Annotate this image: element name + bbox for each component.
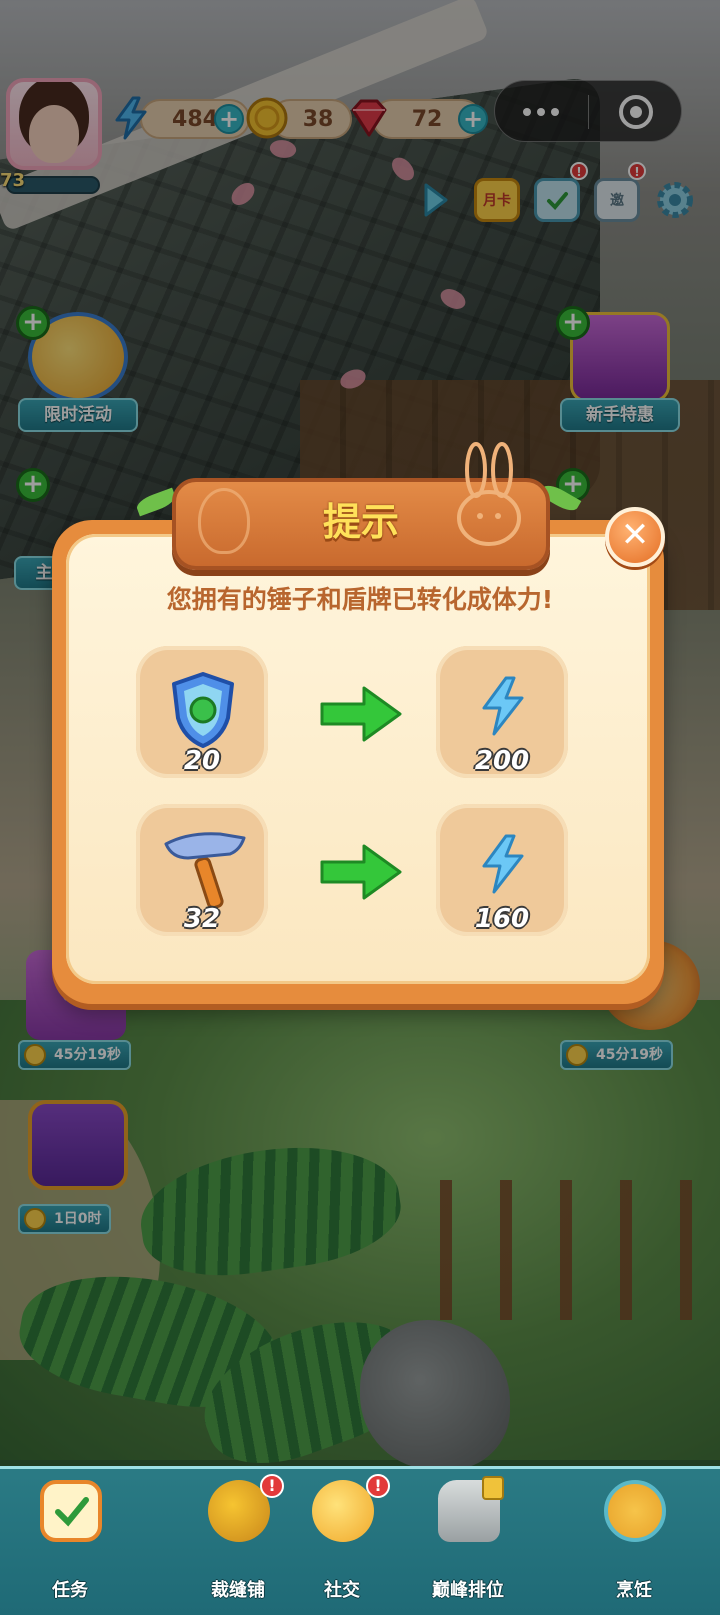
nav-tasks-label: 任务 <box>52 1580 88 1601</box>
nav-social-label: 社交 <box>324 1580 360 1601</box>
lock-icon <box>482 1476 504 1500</box>
shield-icon <box>172 672 234 748</box>
dialog-title: 提示 <box>322 500 399 544</box>
social-alert-badge: ! <box>366 1474 390 1498</box>
energy-reward-slot: 160 <box>436 804 568 936</box>
nav-tasks[interactable]: 任务 <box>10 1470 130 1612</box>
clipboard-check-icon <box>40 1480 102 1542</box>
energy-reward-count: 200 <box>474 746 530 776</box>
energy-reward-count: 160 <box>474 904 530 934</box>
dialog-close-button[interactable]: ✕ <box>605 507 665 567</box>
shield-item-slot: 20 <box>136 646 268 778</box>
shield-count: 20 <box>183 746 221 776</box>
lightning-icon <box>482 834 524 894</box>
dialog-title-plank: 提示 <box>172 442 550 570</box>
convert-arrow-icon <box>320 844 402 900</box>
hammer-count: 32 <box>183 904 221 934</box>
nav-ranking[interactable]: 巅峰排位 <box>408 1470 528 1612</box>
hammer-icon <box>164 832 246 910</box>
dialog-message: 您拥有的锤子和盾牌已转化成体力! <box>166 585 554 614</box>
nav-cooking[interactable]: 烹饪 <box>574 1470 694 1612</box>
lightning-icon <box>482 676 524 736</box>
smiley-face-icon <box>312 1480 374 1542</box>
convert-arrow-icon <box>320 686 402 742</box>
nav-cooking-label: 烹饪 <box>616 1580 652 1601</box>
nav-tailor[interactable]: ! 裁缝铺 <box>178 1470 298 1612</box>
nav-social[interactable]: ! 社交 <box>282 1470 402 1612</box>
nav-ranking-label: 巅峰排位 <box>432 1580 504 1601</box>
energy-reward-slot: 200 <box>436 646 568 778</box>
tailor-alert-badge: ! <box>260 1474 284 1498</box>
hammer-item-slot: 32 <box>136 804 268 936</box>
cooking-pot-icon <box>604 1480 666 1542</box>
nav-tailor-label: 裁缝铺 <box>211 1580 265 1601</box>
